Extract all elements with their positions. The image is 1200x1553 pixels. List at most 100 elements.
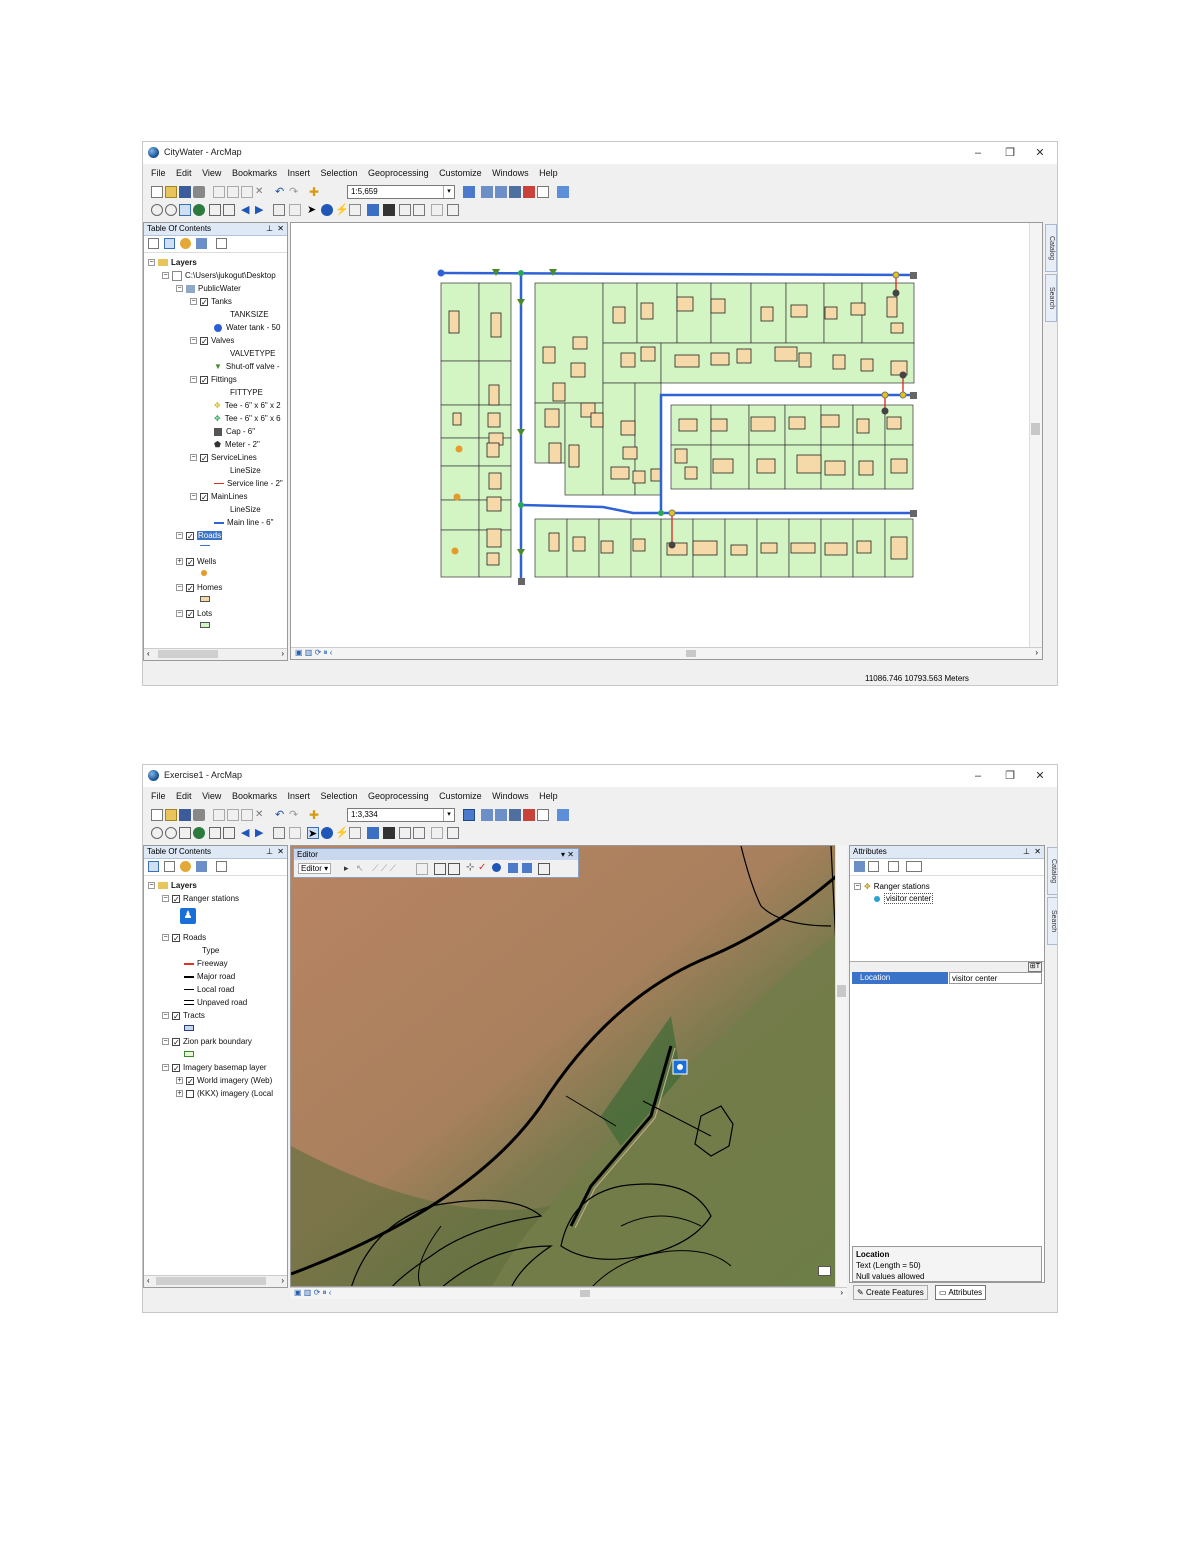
menu-selection[interactable]: Selection <box>321 789 358 804</box>
toc-tanks[interactable]: − ✓ Tanks <box>190 295 232 308</box>
toc-layers-root[interactable]: − Layers <box>148 879 197 892</box>
map-scale-combo[interactable]: 1:3,334 ▾ <box>347 808 455 822</box>
toc-scrollbar[interactable]: ‹ › <box>144 1275 287 1287</box>
editor-options-icon[interactable] <box>538 863 550 875</box>
go-to-xy-icon[interactable] <box>413 204 425 216</box>
redo-icon[interactable]: ↷ <box>289 186 301 198</box>
map-scale-combo[interactable]: 1:5,659 ▾ <box>347 185 455 199</box>
attr-row-location[interactable]: Location visitor center <box>852 972 1042 984</box>
measure-icon[interactable] <box>367 827 379 839</box>
close-icon[interactable]: ✕ <box>1034 846 1041 858</box>
search-side-tab[interactable]: Search <box>1047 897 1057 945</box>
scroll-thumb[interactable] <box>158 650 218 658</box>
scroll-right-icon[interactable]: › <box>840 1288 843 1298</box>
tab-create-features[interactable]: ✎ Create Features <box>853 1285 928 1300</box>
pin-icon[interactable]: ⊥ <box>1023 846 1030 858</box>
chevron-down-icon[interactable]: ▾ <box>443 809 454 821</box>
toc-source-path[interactable]: − C:\Users\jukogut\Desktop <box>162 269 276 282</box>
restore-icon[interactable]: ❐ <box>1003 769 1017 783</box>
zoom-out-icon[interactable] <box>165 827 177 839</box>
imagery-map[interactable] <box>291 846 847 1287</box>
list-by-source-icon[interactable] <box>164 238 175 249</box>
html-popup-icon[interactable] <box>349 204 361 216</box>
map-view-citywater[interactable]: ▣ ▥ ⟳ ⏸ ‹ › <box>290 222 1043 660</box>
full-extent-icon[interactable] <box>193 204 205 216</box>
close-icon[interactable]: ✕ <box>277 846 284 858</box>
zoom-in-icon[interactable] <box>151 204 163 216</box>
delete-icon[interactable]: ✕ <box>255 186 267 198</box>
split-icon[interactable]: ⊹ <box>466 862 474 873</box>
toc-fittings[interactable]: − ✓ Fittings <box>190 373 237 386</box>
menu-geoprocessing[interactable]: Geoprocessing <box>368 166 429 181</box>
pan-icon[interactable] <box>179 827 191 839</box>
fixed-zoom-in-icon[interactable] <box>209 827 221 839</box>
layout-view-icon[interactable]: ▣ ▥ ⟳ ⏸ ‹ <box>295 648 332 658</box>
list-by-visibility-icon[interactable] <box>180 238 191 249</box>
hyperlink-icon[interactable]: ⚡ <box>335 827 349 839</box>
pin-icon[interactable]: ⊥ <box>266 846 273 858</box>
search-side-tab[interactable]: Search <box>1045 274 1057 322</box>
zoom-out-icon[interactable] <box>165 204 177 216</box>
list-by-selection-icon[interactable] <box>196 238 207 249</box>
options-icon[interactable] <box>216 238 227 249</box>
scroll-left-icon[interactable]: ‹ <box>147 649 150 659</box>
sketch-properties-icon[interactable] <box>508 863 518 873</box>
menu-customize[interactable]: Customize <box>439 789 482 804</box>
map-view-imagery[interactable]: Editor ▾ ✕ Editor ▾ ▸ ↖ ⟋ ⟋ ⟋ ⊹ ✓ <box>290 845 847 1287</box>
toc-lots[interactable]: − ✓ Lots <box>176 607 212 620</box>
time-slider-icon[interactable] <box>431 827 443 839</box>
python-window-icon[interactable] <box>537 186 549 198</box>
minimize-button[interactable]: – <box>971 146 985 160</box>
back-icon[interactable]: ◀ <box>241 827 253 839</box>
options-icon[interactable] <box>216 861 227 872</box>
find-icon[interactable] <box>383 204 395 216</box>
menu-customize[interactable]: Customize <box>439 166 482 181</box>
toc-wells[interactable]: + ✓ Wells <box>176 555 216 568</box>
pan-icon[interactable] <box>179 204 191 216</box>
options-dropdown-icon[interactable] <box>906 861 922 872</box>
toc-world-imagery[interactable]: + ✓ World imagery (Web) <box>176 1074 272 1087</box>
layer-view-icon[interactable] <box>888 861 899 872</box>
time-slider-icon[interactable] <box>431 204 443 216</box>
toc-homes[interactable]: − ✓ Homes <box>176 581 222 594</box>
identify-icon[interactable] <box>321 827 333 839</box>
menu-view[interactable]: View <box>202 789 221 804</box>
search-window-icon[interactable] <box>509 809 521 821</box>
close-icon[interactable]: ▾ ✕ <box>561 849 574 860</box>
map-scroll-thumb[interactable] <box>686 650 696 657</box>
flash-icon[interactable] <box>854 861 865 872</box>
menu-bookmarks[interactable]: Bookmarks <box>232 789 277 804</box>
menu-edit[interactable]: Edit <box>176 789 192 804</box>
go-to-xy-icon[interactable] <box>413 827 425 839</box>
clear-selection-icon[interactable] <box>289 827 301 839</box>
editor-menu-button[interactable]: Editor ▾ <box>298 863 332 874</box>
edit-vertices-icon[interactable] <box>416 863 428 875</box>
toc-tracts[interactable]: − ✓ Tracts <box>162 1009 205 1022</box>
catalog-side-tab[interactable]: Catalog <box>1045 224 1057 272</box>
table-icon[interactable] <box>481 186 493 198</box>
create-viewer-window-icon[interactable] <box>447 827 459 839</box>
select-elements-icon[interactable]: ➤ <box>307 204 319 216</box>
identify-icon[interactable] <box>321 204 333 216</box>
new-document-icon[interactable] <box>151 809 163 821</box>
close-button[interactable]: ✕ <box>1033 146 1047 160</box>
attr-tree-feature[interactable]: visitor center <box>874 892 934 905</box>
copy-icon[interactable] <box>227 186 239 198</box>
copy-icon[interactable] <box>227 809 239 821</box>
list-by-selection-icon[interactable] <box>196 861 207 872</box>
find-icon[interactable] <box>383 827 395 839</box>
maximize-icon[interactable]: ❐ <box>1003 146 1017 160</box>
toc-kkx-imagery[interactable]: + (KKX) imagery (Local <box>176 1087 273 1100</box>
list-by-source-icon[interactable] <box>164 861 175 872</box>
back-icon[interactable]: ◀ <box>241 204 253 216</box>
clear-selection-icon[interactable] <box>289 204 301 216</box>
layout-view-icon[interactable]: ▣ ▥ ⟳ ⏸ ‹ <box>294 1288 331 1298</box>
water-network-map[interactable] <box>291 223 1043 660</box>
menu-file[interactable]: File <box>151 166 166 181</box>
catalog-icon[interactable] <box>495 186 507 198</box>
paste-icon[interactable] <box>241 186 253 198</box>
menu-geoprocessing[interactable]: Geoprocessing <box>368 789 429 804</box>
scroll-right-icon[interactable]: › <box>1035 648 1038 658</box>
fixed-zoom-out-icon[interactable] <box>223 827 235 839</box>
toc-roads[interactable]: − ✓ Roads <box>176 529 223 542</box>
